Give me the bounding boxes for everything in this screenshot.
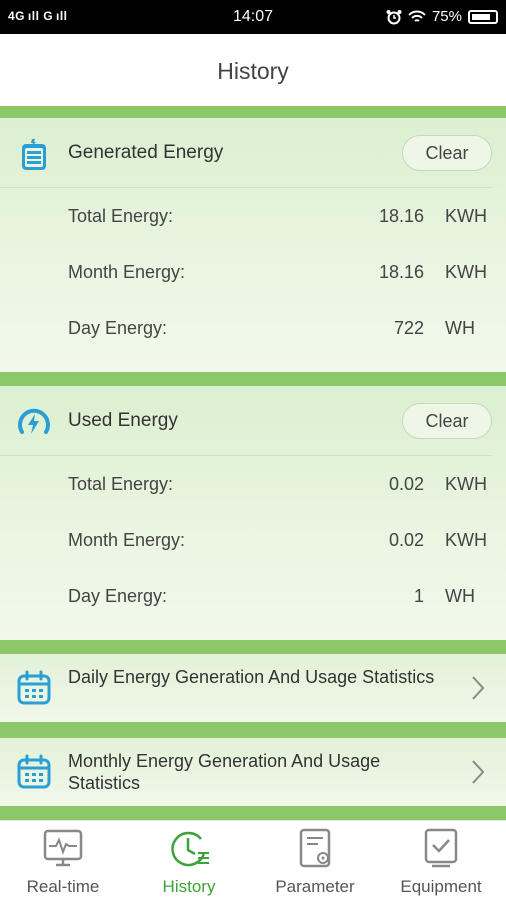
- used-row-month: Month Energy: 0.02 KWH: [0, 512, 506, 568]
- row-value: 0.02: [388, 530, 424, 550]
- row-value: 18.16: [378, 262, 424, 282]
- nav-parameter[interactable]: Parameter: [252, 821, 378, 900]
- nav-history[interactable]: History: [126, 821, 252, 900]
- row-unit: WH: [445, 318, 475, 338]
- divider: [0, 806, 506, 820]
- used-row-total: Total Energy: 0.02 KWH: [0, 456, 506, 512]
- calendar-icon: [17, 754, 51, 789]
- used-energy-title: Used Energy: [68, 410, 178, 431]
- document-settings-icon: [299, 828, 331, 868]
- status-bar: 4G ıll G ıll 14:07 75%: [0, 0, 506, 34]
- row-label: Total Energy:: [68, 206, 174, 226]
- chevron-right-icon: [472, 760, 485, 784]
- monitor-icon: [43, 829, 83, 867]
- row-unit: WH: [445, 586, 475, 606]
- row-label: Total Energy:: [68, 474, 174, 494]
- nav-label: Equipment: [400, 877, 482, 896]
- alarm-icon: [386, 9, 402, 24]
- app-header: History: [0, 34, 506, 106]
- divider: [0, 640, 506, 654]
- bottom-navigation: Real-time History Parameter Equipment: [0, 820, 506, 900]
- power-gauge-icon: [18, 408, 50, 434]
- row-label: Day Energy:: [68, 318, 168, 338]
- clear-used-button[interactable]: Clear: [402, 403, 492, 439]
- nav-label: History: [162, 877, 216, 896]
- daily-statistics-item[interactable]: Daily Energy Generation And Usage Statis…: [0, 654, 506, 722]
- status-right: 75%: [386, 8, 498, 25]
- row-label: Day Energy:: [68, 586, 168, 606]
- used-row-day: Day Energy: 1 WH: [0, 568, 506, 624]
- battery-charging-icon: [22, 139, 46, 170]
- row-unit: KWH: [445, 206, 487, 226]
- row-value: 1: [413, 586, 424, 606]
- daily-statistics-title: Daily Energy Generation And Usage Statis…: [68, 667, 435, 687]
- device-check-icon: [424, 828, 458, 868]
- chevron-right-icon: [472, 676, 485, 700]
- nav-realtime[interactable]: Real-time: [0, 821, 126, 900]
- clear-generated-button[interactable]: Clear: [402, 135, 492, 171]
- divider: [0, 722, 506, 738]
- generated-row-total: Total Energy: 18.16 KWH: [0, 188, 506, 244]
- nav-equipment[interactable]: Equipment: [378, 821, 504, 900]
- row-unit: KWH: [445, 530, 487, 550]
- row-unit: KWH: [445, 474, 487, 494]
- battery-percent: 75%: [431, 8, 462, 25]
- used-energy-card: Used Energy Clear Total Energy: 0.02 KWH…: [0, 386, 506, 640]
- row-value: 722: [393, 318, 424, 338]
- page-title: History: [217, 58, 289, 84]
- generated-energy-header: Generated Energy Clear: [0, 118, 492, 188]
- row-label: Month Energy:: [68, 262, 186, 282]
- row-unit: KWH: [445, 262, 487, 282]
- generated-energy-card: Generated Energy Clear Total Energy: 18.…: [0, 118, 506, 372]
- monthly-statistics-title: Monthly Energy Generation And Usage Stat…: [68, 751, 381, 793]
- monthly-statistics-item[interactable]: Monthly Energy Generation And Usage Stat…: [0, 738, 506, 806]
- used-energy-header: Used Energy Clear: [0, 386, 492, 456]
- generated-energy-title: Generated Energy: [68, 142, 224, 163]
- row-value: 0.02: [388, 474, 424, 494]
- wifi-icon: [408, 10, 426, 22]
- nav-label: Real-time: [26, 877, 100, 896]
- row-value: 18.16: [378, 206, 424, 226]
- generated-row-day: Day Energy: 722 WH: [0, 300, 506, 356]
- battery-icon: [468, 9, 498, 24]
- row-label: Month Energy:: [68, 530, 186, 550]
- clock-icon: [171, 831, 209, 867]
- divider: [0, 106, 506, 118]
- nav-label: Parameter: [275, 877, 355, 896]
- divider: [0, 372, 506, 386]
- generated-row-month: Month Energy: 18.16 KWH: [0, 244, 506, 300]
- calendar-icon: [17, 670, 51, 705]
